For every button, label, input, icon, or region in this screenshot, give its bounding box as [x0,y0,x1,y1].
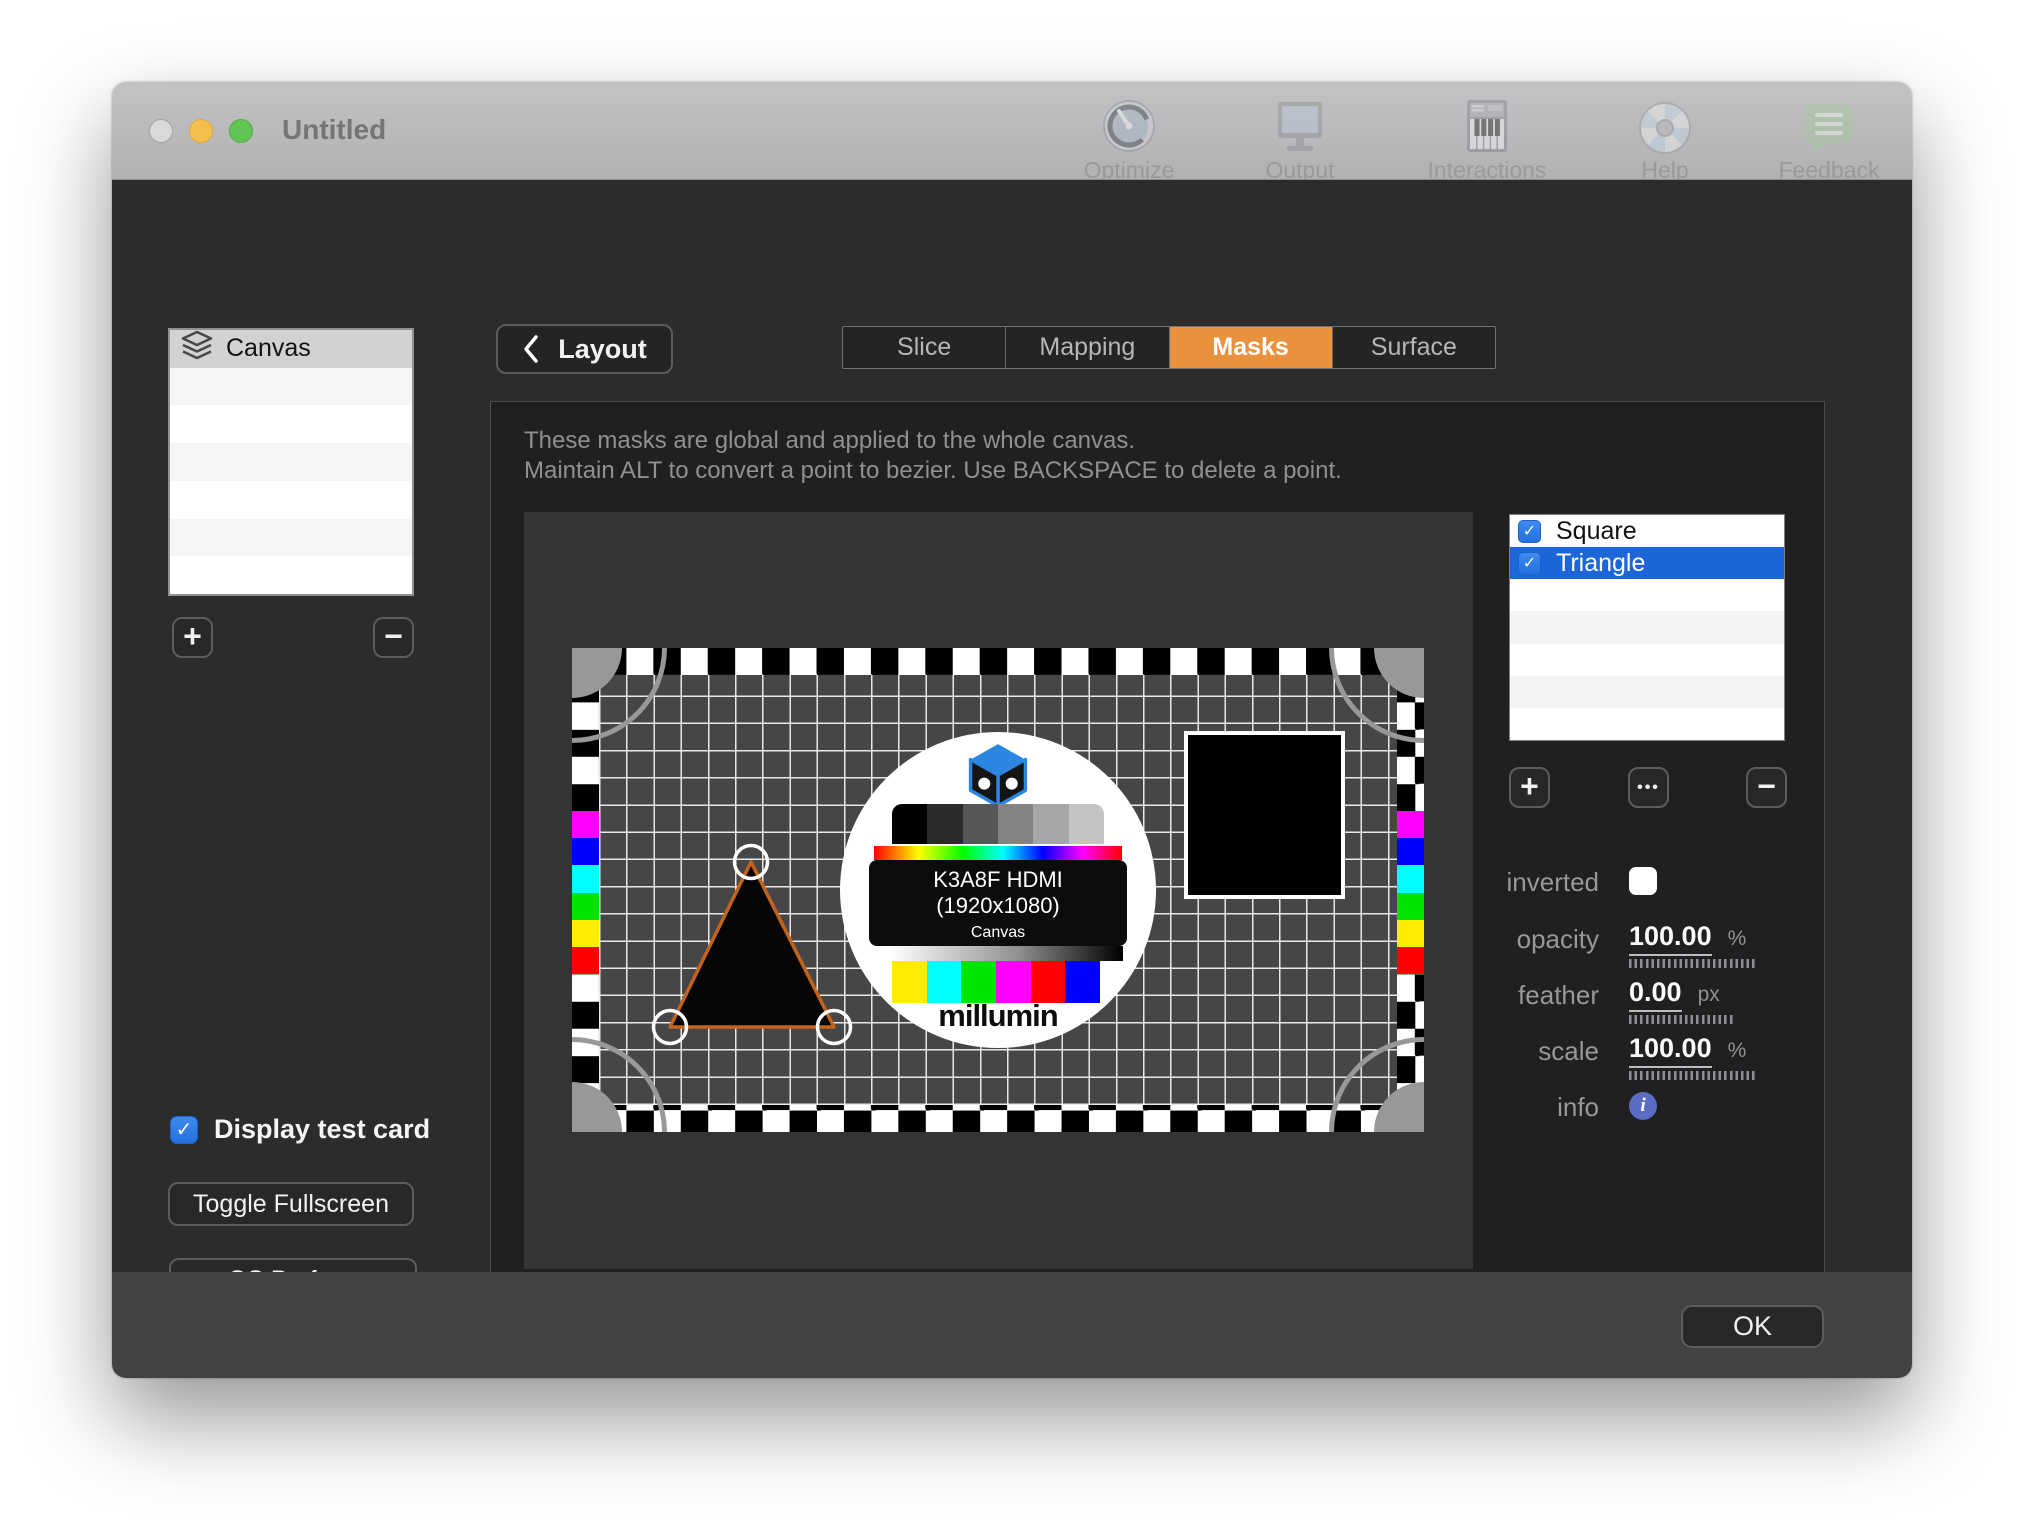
mask-triangle-checkbox[interactable]: ✓ [1518,552,1541,575]
scale-unit: % [1728,1039,1747,1063]
opacity-value[interactable]: 100.00 [1629,921,1712,956]
toolbar-interactions[interactable]: Interactions [1412,94,1562,184]
ok-button[interactable]: OK [1681,1305,1824,1348]
triangle-mask[interactable] [572,648,1424,1132]
display-test-card-checkbox[interactable]: ✓ [170,1116,198,1144]
traffic-lights [149,119,253,143]
canvas-list-item-label: Canvas [226,334,311,363]
info-row: info i [1449,1089,1799,1125]
inverted-label: inverted [1449,864,1599,900]
list-row-empty [1510,611,1784,643]
mask-square-label: Square [1556,517,1637,546]
feather-slider-ticks [1629,1015,1733,1024]
scale-value[interactable]: 100.00 [1629,1033,1712,1068]
list-row-empty [170,556,412,594]
scale-slider-ticks [1629,1071,1755,1080]
feather-value[interactable]: 0.00 [1629,977,1682,1012]
screenshot-stage: Untitled Optimize [0,0,2024,1528]
toolbar-help[interactable]: Help [1590,94,1740,184]
inverted-row: inverted [1449,864,1799,900]
scale-row: scale 100.00 % [1449,1033,1799,1080]
tab-surface[interactable]: Surface [1333,327,1495,368]
info-icon[interactable]: i [1629,1092,1657,1120]
mode-segmented-control: Slice Mapping Masks Surface [842,326,1496,369]
mask-square-checkbox[interactable]: ✓ [1518,520,1541,543]
canvas-preview[interactable]: K3A8F HDMI (1920x1080) Canvas 1920 x 108… [524,512,1473,1269]
list-row-empty [1510,644,1784,676]
lifebuoy-icon [1590,94,1740,154]
list-row-empty [170,368,412,406]
opacity-row: opacity 100.00 % [1449,921,1799,968]
toolbar-feedback[interactable]: Feedback [1754,94,1904,184]
remove-canvas-button[interactable]: − [373,617,414,658]
info-label: info [1449,1089,1599,1125]
zoom-button[interactable] [229,119,253,143]
app-window: Untitled Optimize [112,82,1912,1378]
test-card: K3A8F HDMI (1920x1080) Canvas 1920 x 108… [572,648,1424,1132]
feather-unit: px [1698,983,1720,1007]
list-row-empty [1510,579,1784,611]
masks-panel: These masks are global and applied to th… [490,401,1825,1301]
close-button[interactable] [149,119,173,143]
add-canvas-button[interactable]: + [172,617,213,658]
opacity-unit: % [1728,927,1747,951]
minimize-button[interactable] [189,119,213,143]
canvas-list-item[interactable]: Canvas [170,330,412,368]
tab-slice[interactable]: Slice [843,327,1006,368]
list-row-empty [1510,676,1784,708]
midi-keyboard-icon [1412,94,1562,154]
inverted-checkbox[interactable] [1629,867,1657,895]
masks-info-text: These masks are global and applied to th… [524,426,1342,486]
bottom-bar: OK [112,1272,1912,1378]
tab-masks[interactable]: Masks [1170,327,1333,368]
window-title: Untitled [282,114,386,146]
chevron-left-icon [522,334,540,364]
add-mask-button[interactable]: + [1509,767,1550,808]
tab-mapping[interactable]: Mapping [1006,327,1169,368]
list-row-empty [170,481,412,519]
mask-row-square[interactable]: ✓ Square [1510,515,1784,547]
list-row-empty [170,519,412,557]
mask-triangle-label: Triangle [1556,549,1645,578]
back-to-layout-button[interactable]: Layout [496,324,673,374]
display-test-card-label: Display test card [214,1114,430,1145]
toggle-fullscreen-button[interactable]: Toggle Fullscreen [168,1182,414,1226]
back-to-layout-label: Layout [558,334,647,365]
mask-row-triangle[interactable]: ✓ Triangle [1510,547,1784,579]
titlebar: Untitled Optimize [112,82,1912,180]
mask-list[interactable]: ✓ Square ✓ Triangle [1509,514,1785,741]
canvas-list[interactable]: Canvas [168,328,414,596]
layers-icon [180,330,214,367]
feather-row: feather 0.00 px [1449,977,1799,1024]
list-row-empty [170,443,412,481]
toolbar-optimize[interactable]: Optimize [1054,94,1204,184]
masks-info-line2: Maintain ALT to convert a point to bezie… [524,456,1342,486]
window-content: Canvas + − ✓ Display test card Toggle Fu… [112,180,1912,1272]
gauge-icon [1054,94,1204,154]
toolbar-output[interactable]: Output [1225,94,1375,184]
masks-info-line1: These masks are global and applied to th… [524,426,1342,456]
remove-mask-button[interactable]: − [1746,767,1787,808]
list-row-empty [170,405,412,443]
feather-label: feather [1449,977,1599,1013]
list-row-empty [1510,708,1784,740]
display-test-card-row: ✓ Display test card [170,1114,430,1145]
opacity-slider-ticks [1629,959,1755,968]
more-mask-options-button[interactable]: ••• [1628,767,1669,808]
speech-bubble-icon [1754,94,1904,154]
monitor-icon [1225,94,1375,154]
opacity-label: opacity [1449,921,1599,957]
scale-label: scale [1449,1033,1599,1069]
